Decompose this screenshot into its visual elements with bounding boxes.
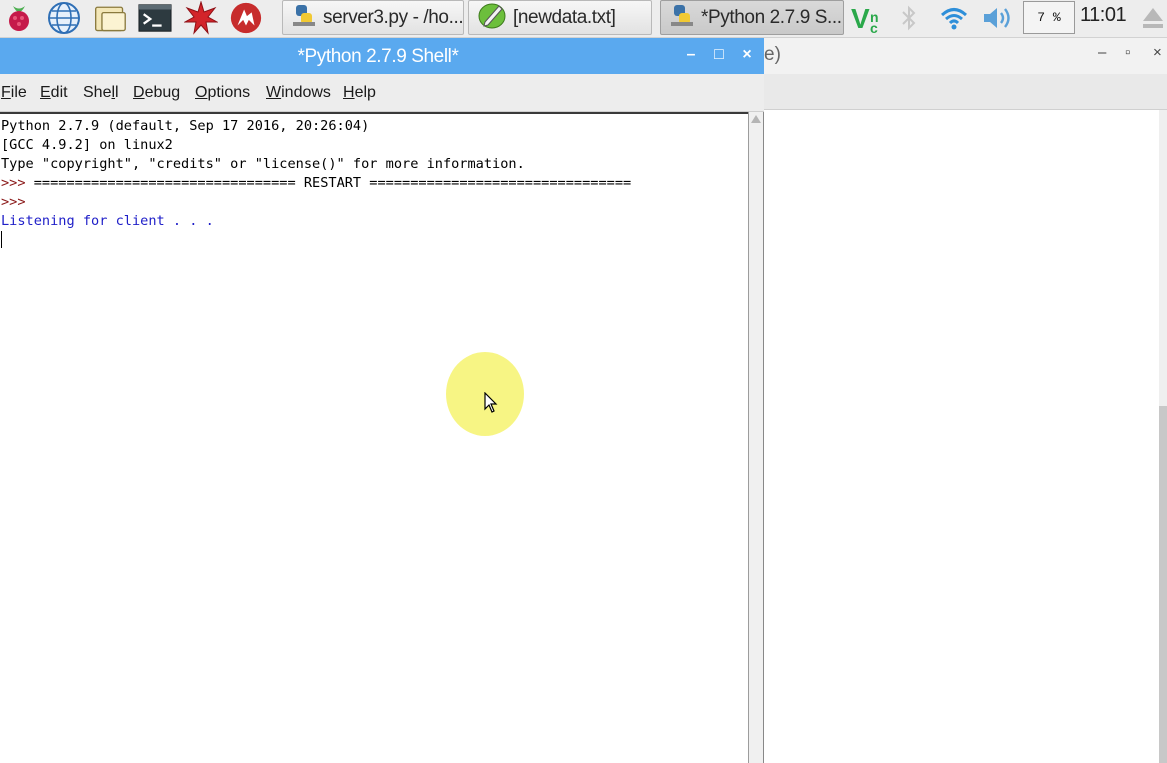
menu-debug[interactable]: Debug [133, 84, 180, 102]
text-caret [1, 231, 2, 248]
background-window-content[interactable] [764, 110, 1159, 763]
task-newdata-txt[interactable]: [newdata.txt] [468, 0, 652, 35]
shell-prompt: >>> [1, 175, 34, 191]
restart-line: >>> ================================ RES… [1, 174, 631, 193]
menu-options[interactable]: Options [195, 84, 250, 102]
shell-prompt: >>> [1, 194, 34, 210]
menubar: File Edit Shell Debug Options Windows He… [0, 74, 764, 112]
eject-icon[interactable] [1139, 2, 1167, 34]
background-close-button[interactable]: × [1153, 44, 1162, 61]
svg-text:V: V [851, 3, 870, 34]
python-shell-icon [669, 2, 695, 33]
menu-file[interactable]: File [1, 84, 27, 102]
background-restore-button[interactable]: ▫ [1125, 44, 1130, 61]
wolfram-icon[interactable] [229, 2, 263, 34]
text-editor-icon [477, 1, 507, 34]
bluetooth-icon[interactable] [896, 2, 922, 34]
svg-text:c: c [870, 20, 878, 34]
mathematica-icon[interactable] [184, 1, 218, 35]
taskbar: server3.py - /ho... [newdata.txt] *Pytho… [0, 0, 1167, 38]
shell-titlebar[interactable]: *Python 2.7.9 Shell* – □ × [0, 38, 764, 74]
raspberry-menu-icon[interactable] [2, 2, 36, 34]
background-window[interactable]: e) – ▫ × [764, 38, 1167, 763]
cpu-usage-monitor[interactable]: 7 % [1023, 1, 1075, 34]
close-button[interactable]: × [737, 45, 757, 65]
vnc-icon[interactable]: V n c [850, 2, 890, 34]
task-server3-py[interactable]: server3.py - /ho... [282, 0, 464, 35]
menu-help[interactable]: Help [343, 84, 376, 102]
web-browser-icon[interactable] [47, 2, 81, 34]
scroll-up-arrow-icon[interactable] [751, 115, 761, 123]
clock[interactable]: 11:01 [1080, 4, 1127, 27]
python-shell-window[interactable]: *Python 2.7.9 Shell* – □ × File Edit She… [0, 38, 764, 763]
prompt-line: >>> [1, 193, 34, 212]
background-window-toolbar [764, 74, 1167, 110]
task-label: *Python 2.7.9 S... [701, 6, 842, 28]
background-minimize-button[interactable]: – [1098, 44, 1106, 61]
terminal-icon[interactable] [138, 2, 172, 34]
shell-text-area[interactable]: Python 2.7.9 (default, Sep 17 2016, 20:2… [0, 112, 748, 763]
restart-banner: ================================ RESTART… [33, 175, 632, 191]
menu-windows[interactable]: Windows [266, 84, 331, 102]
file-manager-icon[interactable] [93, 2, 127, 34]
maximize-button[interactable]: □ [709, 45, 729, 65]
task-label: [newdata.txt] [513, 6, 616, 28]
minimize-button[interactable]: – [681, 45, 701, 65]
shell-output-line: [GCC 4.9.2] on linux2 [1, 137, 173, 153]
shell-output-line: Python 2.7.9 (default, Sep 17 2016, 20:2… [1, 118, 370, 134]
window-title: *Python 2.7.9 Shell* [297, 46, 459, 67]
background-window-titlebar[interactable]: e) – ▫ × [764, 38, 1167, 74]
shell-output-line: Type "copyright", "credits" or "license(… [1, 156, 525, 172]
volume-icon[interactable] [980, 2, 1016, 34]
menu-edit[interactable]: Edit [40, 84, 68, 102]
wifi-icon[interactable] [938, 2, 970, 34]
task-label: server3.py - /ho... [323, 6, 464, 28]
task-python-shell[interactable]: *Python 2.7.9 S... [660, 0, 844, 35]
background-window-title: e) [764, 44, 781, 65]
menu-shell[interactable]: Shell [83, 84, 119, 102]
shell-vertical-scrollbar[interactable] [748, 112, 763, 763]
program-stdout-line: Listening for client . . . [1, 213, 214, 229]
python-file-icon [291, 2, 317, 33]
background-scrollbar-thumb[interactable] [1159, 406, 1167, 763]
mouse-pointer-icon [484, 391, 498, 419]
